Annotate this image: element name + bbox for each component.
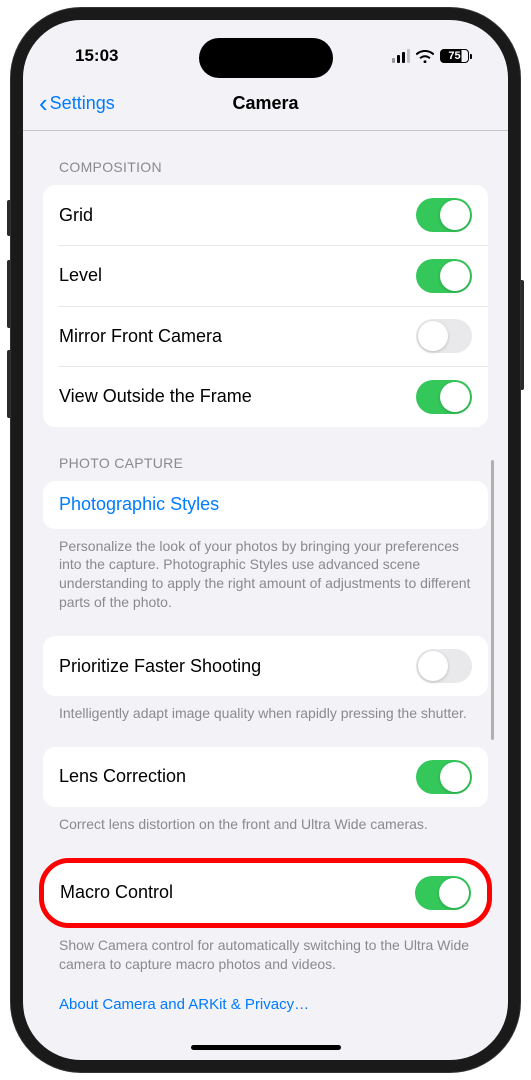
section-header-photo-capture: PHOTO CAPTURE: [43, 427, 488, 481]
row-prioritize[interactable]: Prioritize Faster Shooting: [43, 636, 488, 696]
toggle-grid[interactable]: [416, 198, 472, 232]
home-indicator[interactable]: [191, 1045, 341, 1050]
toggle-level[interactable]: [416, 259, 472, 293]
content-area[interactable]: COMPOSITION Grid Level Mirror Front Came…: [23, 131, 508, 1031]
row-lens[interactable]: Lens Correction: [43, 747, 488, 807]
cellular-signal-icon: [392, 49, 410, 63]
row-label: Macro Control: [60, 882, 173, 903]
dynamic-island: [199, 38, 333, 78]
phone-frame: 15:03 75 ‹ Settings Camera: [11, 8, 520, 1072]
row-mirror[interactable]: Mirror Front Camera: [43, 306, 488, 366]
row-label: Grid: [59, 205, 93, 226]
toggle-lens[interactable]: [416, 760, 472, 794]
group-composition: Grid Level Mirror Front Camera View Outs…: [43, 185, 488, 427]
about-privacy-link[interactable]: About Camera and ARKit & Privacy…: [43, 978, 488, 1013]
toggle-view-outside[interactable]: [416, 380, 472, 414]
row-label: Level: [59, 265, 102, 286]
wifi-icon: [416, 50, 434, 63]
row-photographic-styles[interactable]: Photographic Styles: [43, 481, 488, 529]
row-level[interactable]: Level: [43, 246, 488, 306]
highlight-annotation: Macro Control: [39, 858, 492, 928]
footer-styles: Personalize the look of your photos by b…: [43, 529, 488, 617]
row-view-outside[interactable]: View Outside the Frame: [43, 367, 488, 427]
toggle-prioritize[interactable]: [416, 649, 472, 683]
footer-macro: Show Camera control for automatically sw…: [43, 928, 488, 978]
row-label: Mirror Front Camera: [59, 326, 222, 347]
row-label: Prioritize Faster Shooting: [59, 656, 261, 677]
row-label: Photographic Styles: [59, 494, 219, 515]
nav-bar: ‹ Settings Camera: [23, 80, 508, 131]
footer-prioritize: Intelligently adapt image quality when r…: [43, 696, 488, 727]
row-macro[interactable]: Macro Control: [44, 863, 487, 923]
status-time: 15:03: [75, 46, 118, 66]
chevron-left-icon: ‹: [39, 90, 48, 116]
row-label: View Outside the Frame: [59, 386, 252, 407]
group-styles: Photographic Styles: [43, 481, 488, 529]
toggle-macro[interactable]: [415, 876, 471, 910]
row-grid[interactable]: Grid: [43, 185, 488, 245]
group-prioritize: Prioritize Faster Shooting: [43, 636, 488, 696]
footer-lens: Correct lens distortion on the front and…: [43, 807, 488, 838]
status-indicators: 75: [392, 49, 472, 63]
row-label: Lens Correction: [59, 766, 186, 787]
group-macro: Macro Control: [44, 863, 487, 923]
screen: 15:03 75 ‹ Settings Camera: [23, 20, 508, 1060]
toggle-mirror[interactable]: [416, 319, 472, 353]
back-button[interactable]: ‹ Settings: [39, 90, 115, 116]
group-lens: Lens Correction: [43, 747, 488, 807]
back-label: Settings: [50, 93, 115, 114]
scrollbar[interactable]: [491, 460, 494, 740]
section-header-composition: COMPOSITION: [43, 131, 488, 185]
battery-icon: 75: [440, 49, 472, 63]
